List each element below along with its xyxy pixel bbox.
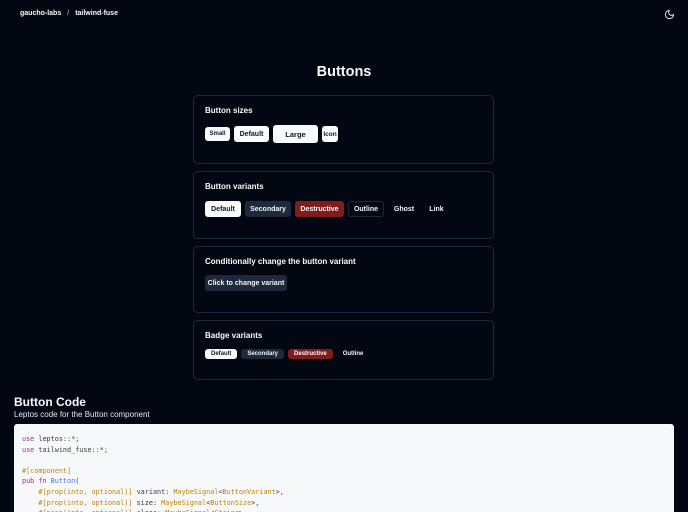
- secondary-variant-button[interactable]: Secondary: [245, 201, 291, 217]
- breadcrumb-separator: /: [67, 10, 70, 17]
- button-sizes-card: Button sizes Small Default Large Icon: [193, 95, 494, 164]
- destructive-variant-button[interactable]: Destructive: [295, 201, 344, 217]
- code-token: use: [22, 445, 35, 454]
- code-token: use: [22, 435, 35, 443]
- card-title: Conditionally change the button variant: [205, 257, 356, 266]
- code-line: use leptos::*;: [22, 434, 666, 445]
- outline-variant-button[interactable]: Outline: [348, 201, 384, 217]
- code-token: #[prop(into, optional)]: [38, 498, 133, 507]
- large-button[interactable]: Large: [273, 125, 318, 143]
- code-token: leptos::*;: [34, 435, 80, 443]
- outline-badge: Outline: [336, 349, 370, 359]
- code-line: #[component]: [22, 466, 666, 477]
- change-variant-button[interactable]: Click to change variant: [205, 275, 287, 291]
- ghost-variant-button[interactable]: Ghost: [388, 201, 420, 217]
- default-variant-button[interactable]: Default: [205, 201, 241, 217]
- card-title: Badge variants: [205, 331, 263, 340]
- code-token: >,: [251, 498, 260, 507]
- code-token: Button: [50, 477, 76, 486]
- badge-variants-row: Default Secondary Destructive Outline: [205, 349, 373, 359]
- conditional-variant-card: Conditionally change the button variant …: [193, 246, 494, 313]
- code-token: (: [75, 477, 80, 486]
- code-section-title: Button Code: [14, 395, 86, 409]
- default-badge: Default: [205, 349, 238, 359]
- button-variants-card: Button variants Default Secondary Destru…: [193, 171, 494, 239]
- secondary-badge: Secondary: [241, 349, 285, 359]
- page-title: Buttons: [316, 64, 372, 80]
- link-variant-button[interactable]: Link: [424, 201, 449, 217]
- code-token: ButtonVariant: [222, 487, 276, 496]
- card-title: Button variants: [205, 182, 264, 191]
- code-token: MaybeSignal: [161, 498, 207, 507]
- badge-variants-card: Badge variants Default Secondary Destruc…: [193, 320, 494, 380]
- code-block[interactable]: use leptos::*; use tailwind_fuse::*; #[com…: [14, 424, 674, 512]
- code-token: size:: [132, 498, 162, 507]
- button-sizes-row: Small Default Large Icon: [205, 125, 338, 143]
- moon-icon[interactable]: [664, 9, 675, 20]
- icon-button[interactable]: Icon: [322, 126, 338, 142]
- code-token: #[component]: [22, 466, 72, 475]
- small-button[interactable]: Small: [205, 127, 230, 141]
- conditional-row: Click to change variant: [205, 275, 287, 291]
- code-token: variant:: [132, 487, 174, 496]
- code-token: ButtonSize: [210, 498, 252, 507]
- code-line: #[prop(into, optional)] size: MaybeSigna…: [22, 498, 666, 509]
- code-token: pub fn: [22, 477, 47, 486]
- breadcrumb-repo-link[interactable]: tailwind-fuse: [75, 10, 118, 17]
- code-token: #[prop(into, optional)]: [38, 487, 133, 496]
- top-bar: gaucho-labs / tailwind-fuse: [0, 0, 688, 30]
- code-token: tailwind_fuse::*;: [34, 445, 108, 454]
- code-token: >,: [275, 487, 284, 496]
- code-token: MaybeSignal: [173, 487, 219, 496]
- destructive-badge: Destructive: [288, 349, 333, 359]
- code-line: use tailwind_fuse::*;: [22, 445, 666, 456]
- code-line: #[prop(into, optional)] class: MaybeSign…: [22, 508, 666, 512]
- default-size-button[interactable]: Default: [234, 126, 269, 142]
- code-section-subtitle: Leptos code for the Button component: [14, 410, 150, 419]
- breadcrumb: gaucho-labs / tailwind-fuse: [20, 10, 118, 17]
- code-line: #[prop(into, optional)] variant: MaybeSi…: [22, 487, 666, 498]
- button-variants-row: Default Secondary Destructive Outline Gh…: [205, 201, 449, 217]
- card-title: Button sizes: [205, 106, 253, 115]
- breadcrumb-org-link[interactable]: gaucho-labs: [20, 10, 61, 17]
- code-line: pub fn Button(: [22, 476, 666, 487]
